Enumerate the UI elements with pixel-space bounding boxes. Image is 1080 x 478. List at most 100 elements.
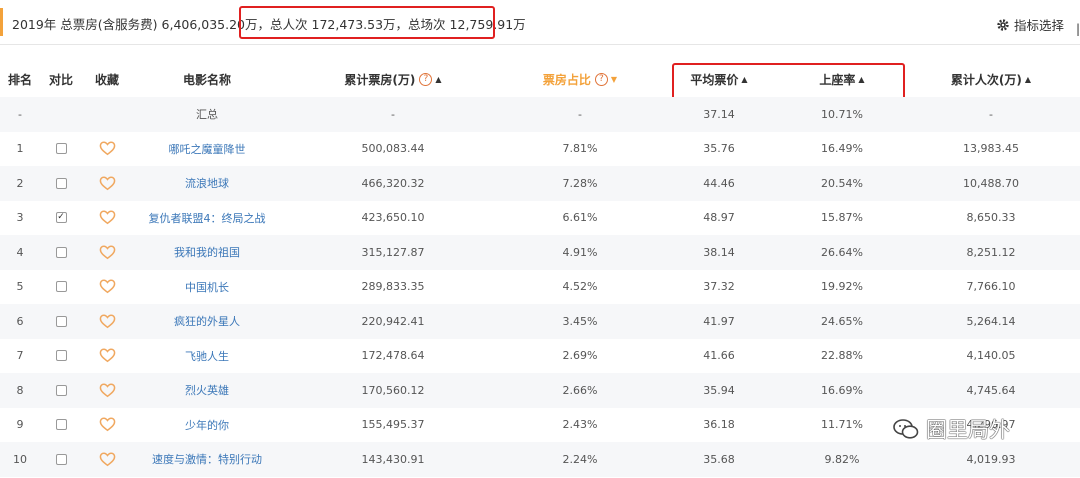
- compare-cell: [40, 408, 82, 443]
- header-occupancy[interactable]: 上座率 ▲: [782, 61, 902, 97]
- compare-cell: [40, 373, 82, 408]
- row-rank: 7: [16, 349, 24, 363]
- header-admissions[interactable]: 累计人次(万) ▲: [902, 61, 1080, 97]
- row-box-office: 143,430.91: [361, 452, 425, 466]
- sort-asc-icon: ▲: [858, 74, 865, 84]
- wechat-icon: [893, 419, 919, 439]
- row-avg-price: 35.68: [703, 452, 735, 466]
- compare-checkbox[interactable]: [55, 246, 67, 258]
- row-share: 3.45%: [562, 314, 598, 328]
- favorite-heart-icon[interactable]: [82, 373, 132, 408]
- row-admissions: 8,251.12: [966, 245, 1016, 259]
- row-occupancy: 9.82%: [824, 452, 860, 466]
- more-icon[interactable]: |: [1076, 22, 1080, 36]
- row-avg-price: 41.97: [703, 314, 735, 328]
- compare-cell: [40, 166, 82, 201]
- row-admissions: 10,488.70: [963, 176, 1019, 190]
- row-occupancy: 19.92%: [821, 280, 863, 294]
- compare-checkbox[interactable]: [55, 281, 67, 293]
- table-header: 排名 对比 收藏 电影名称 累计票房(万) ? ▲ 票房占比 ? ▼ 平均票价 …: [0, 61, 1080, 97]
- favorite-heart-icon[interactable]: [82, 304, 132, 339]
- compare-checkbox[interactable]: [55, 177, 67, 189]
- compare-checkbox[interactable]: [55, 419, 67, 431]
- row-admissions: 13,983.45: [963, 142, 1019, 156]
- compare-checkbox[interactable]: [55, 384, 67, 396]
- summary-occupancy: 10.71%: [821, 107, 863, 121]
- favorite-heart-icon[interactable]: [82, 201, 132, 236]
- compare-checkbox[interactable]: [55, 315, 67, 327]
- favorite-heart-icon[interactable]: [82, 442, 132, 477]
- compare-cell: [40, 304, 82, 339]
- row-admissions: 4,745.64: [966, 383, 1016, 397]
- sort-asc-icon: ▲: [1024, 74, 1032, 84]
- movie-name-link[interactable]: 疯狂的外星人: [132, 304, 282, 339]
- row-share: 4.52%: [562, 280, 598, 294]
- row-share: 7.81%: [562, 142, 598, 156]
- row-share: 2.69%: [562, 349, 598, 363]
- watermark: 圈里局外: [892, 414, 1010, 444]
- row-rank: 2: [16, 176, 24, 190]
- table-row: 7 飞驰人生 172,478.64 2.69% 41.66 22.88% 4,140.05: [0, 339, 1080, 374]
- favorite-heart-icon[interactable]: [82, 339, 132, 374]
- row-box-office: 466,320.32: [361, 176, 425, 190]
- movie-name-link[interactable]: 我和我的祖国: [132, 235, 282, 270]
- compare-checkbox[interactable]: [55, 453, 67, 465]
- movie-name-link[interactable]: 烈火英雄: [132, 373, 282, 408]
- compare-cell: ✓: [40, 201, 82, 236]
- header-share[interactable]: 票房占比 ? ▼: [504, 61, 656, 97]
- table-row: 6 疯狂的外星人 220,942.41 3.45% 41.97 24.65% 5,264.1…: [0, 304, 1080, 339]
- row-box-office: 220,942.41: [361, 314, 425, 328]
- compare-checkbox[interactable]: [55, 143, 67, 155]
- header-admissions-label: 累计人次(万): [950, 72, 1022, 87]
- header-box-office[interactable]: 累计票房(万) ? ▲: [282, 61, 504, 97]
- table-row: 8 烈火英雄 170,560.12 2.66% 35.94 16.69% 4,745.64: [0, 373, 1080, 408]
- table-row: 1 哪吒之魔童降世 500,083.44 7.81% 35.76 16.49% 13,983…: [0, 132, 1080, 167]
- row-occupancy: 20.54%: [821, 176, 863, 190]
- sort-asc-icon: ▲: [741, 74, 748, 84]
- row-occupancy: 15.87%: [821, 211, 863, 225]
- favorite-heart-icon[interactable]: [82, 235, 132, 270]
- compare-cell: [40, 339, 82, 374]
- row-box-office: 170,560.12: [361, 383, 425, 397]
- table-row: 2 流浪地球 466,320.32 7.28% 44.46 20.54% 10,488.70: [0, 166, 1080, 201]
- movie-name-link[interactable]: 中国机长: [132, 270, 282, 305]
- favorite-heart-icon[interactable]: [82, 408, 132, 443]
- help-icon[interactable]: ?: [594, 72, 608, 86]
- favorite-heart-icon[interactable]: [82, 270, 132, 305]
- table-row: 3 ✓ 复仇者联盟4：终局之战 423,650.10 6.61% 48.97 15.87% 8…: [0, 201, 1080, 236]
- row-box-office: 500,083.44: [361, 142, 425, 156]
- gear-icon: [997, 18, 1009, 31]
- header-occupancy-label: 上座率: [819, 72, 856, 87]
- help-icon[interactable]: ?: [419, 72, 433, 86]
- header-avg-price-label: 平均票价: [690, 72, 739, 87]
- row-admissions: 5,264.14: [966, 314, 1016, 328]
- row-admissions: 7,766.10: [966, 280, 1016, 294]
- summary-prefix: 2019年 总票房(含服务费) 6,406,035.20万，: [12, 17, 271, 32]
- compare-checkbox[interactable]: ✓: [55, 212, 67, 224]
- movie-name-link[interactable]: 流浪地球: [132, 166, 282, 201]
- movie-name-link[interactable]: 飞驰人生: [132, 339, 282, 374]
- header-favorite: 收藏: [94, 72, 119, 87]
- movie-name-link[interactable]: 速度与激情：特别行动: [132, 442, 282, 477]
- movie-name-link[interactable]: 复仇者联盟4：终局之战: [132, 201, 282, 236]
- favorite-heart-icon[interactable]: [82, 132, 132, 167]
- table-row: 4 我和我的祖国 315,127.87 4.91% 38.14 26.64% 8,251.1…: [0, 235, 1080, 270]
- row-avg-price: 37.32: [703, 280, 735, 294]
- movie-name-link[interactable]: 少年的你: [132, 408, 282, 443]
- row-share: 7.28%: [562, 176, 598, 190]
- row-share: 2.66%: [562, 383, 598, 397]
- row-rank: 4: [16, 245, 24, 259]
- indicator-select-button[interactable]: 指标选择: [996, 15, 1064, 34]
- row-avg-price: 48.97: [703, 211, 735, 225]
- movie-name-link[interactable]: 哪吒之魔童降世: [132, 132, 282, 167]
- table-row: 5 中国机长 289,833.35 4.52% 37.32 19.92% 7,766.10: [0, 270, 1080, 305]
- row-avg-price: 35.94: [703, 383, 735, 397]
- favorite-heart-icon[interactable]: [82, 166, 132, 201]
- row-occupancy: 16.49%: [821, 142, 863, 156]
- row-occupancy: 24.65%: [821, 314, 863, 328]
- summary-row: - 汇总 - - 37.14 10.71% -: [0, 97, 1080, 132]
- indicator-select-label: 指标选择: [1013, 18, 1064, 33]
- compare-cell: [40, 132, 82, 167]
- header-avg-price[interactable]: 平均票价 ▲: [656, 61, 782, 97]
- compare-checkbox[interactable]: [55, 350, 67, 362]
